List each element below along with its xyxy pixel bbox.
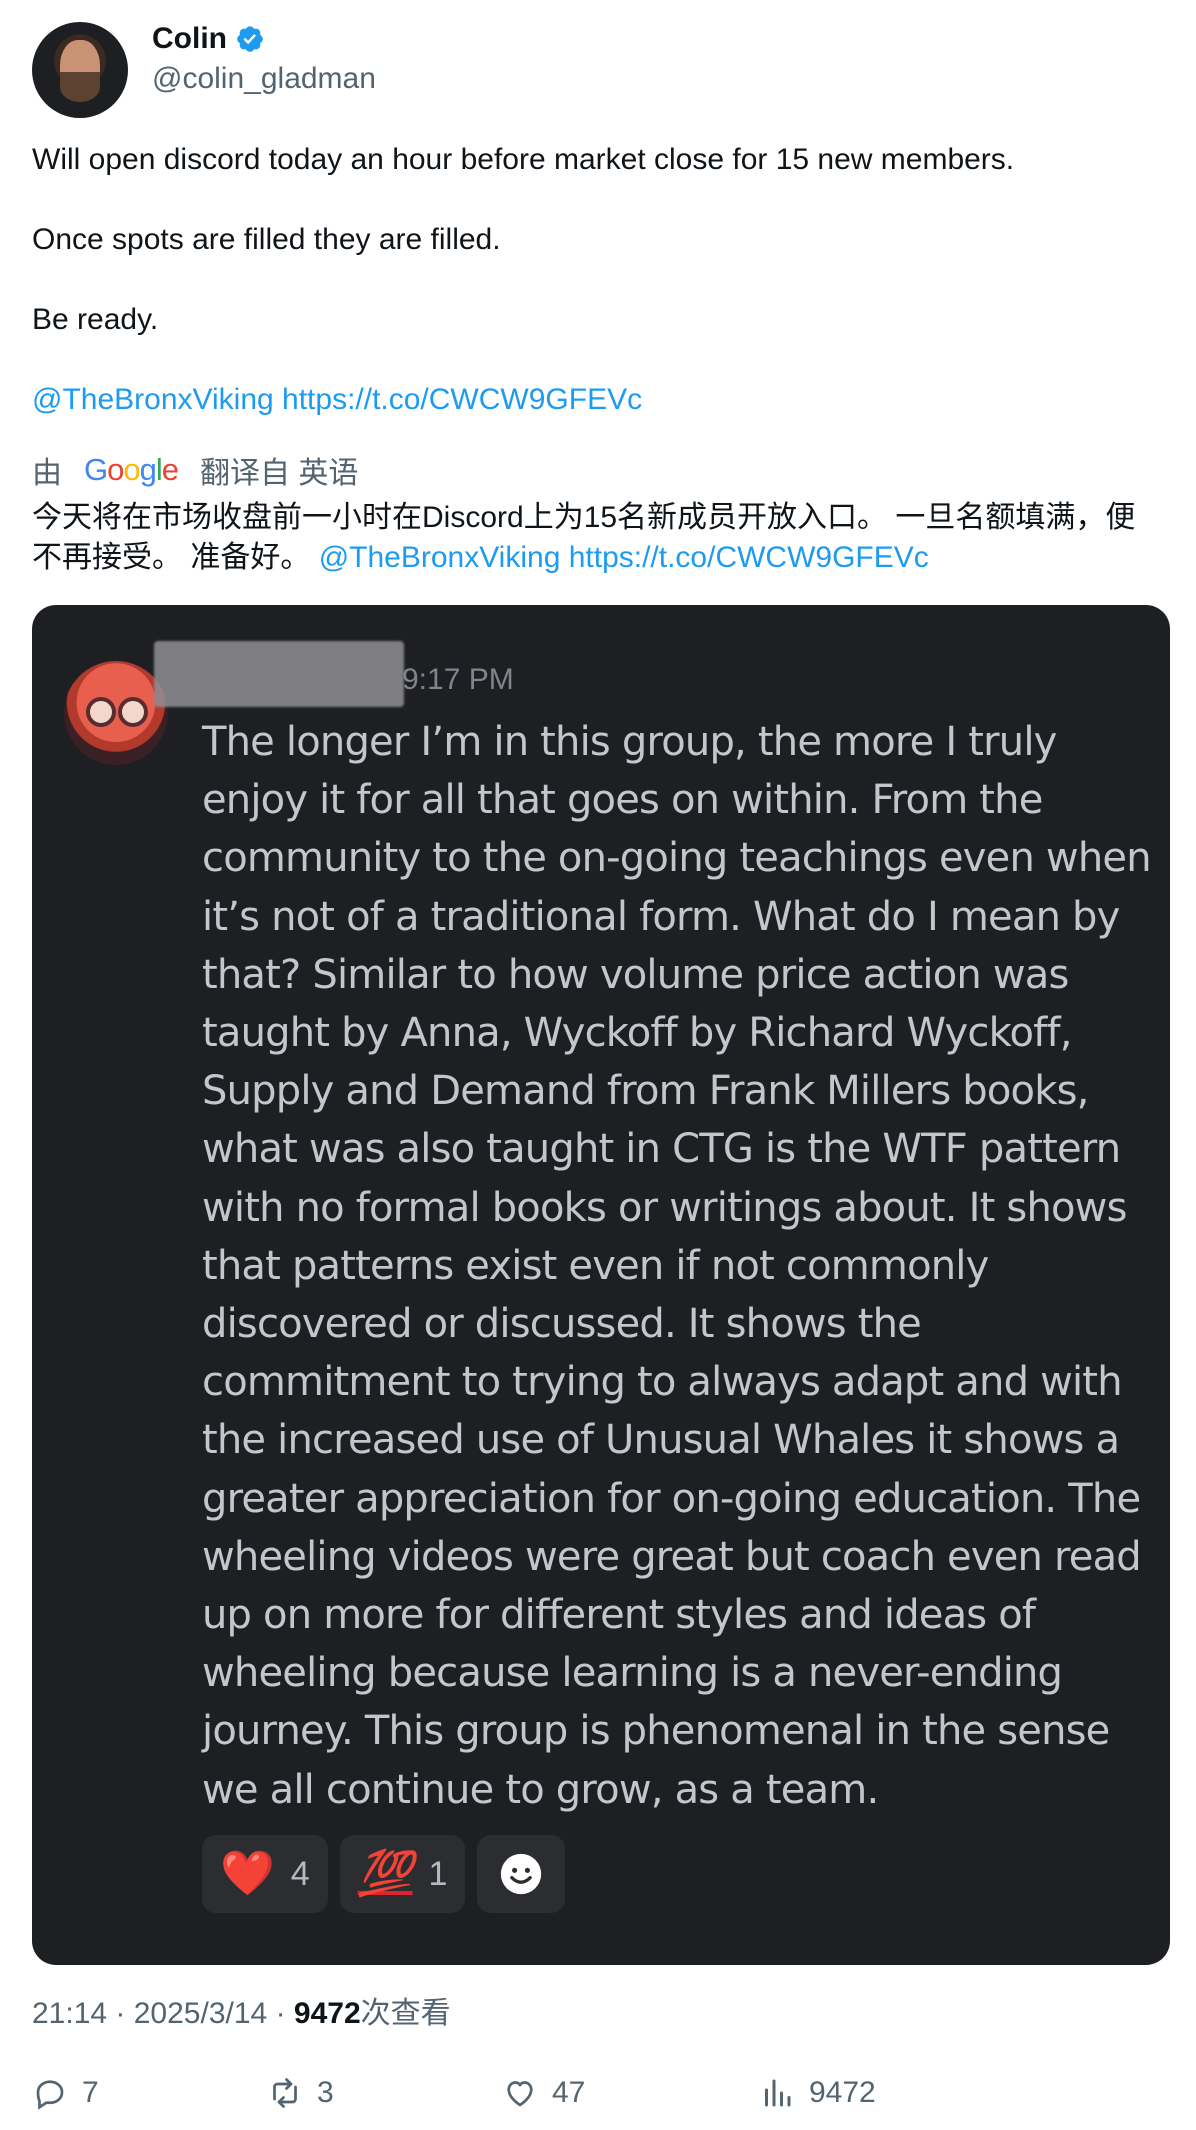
meta-separator: · [275, 1997, 294, 2030]
like-count: 47 [552, 2076, 586, 2109]
verified-badge-icon [237, 26, 263, 52]
heart-emoji-icon: ❤️ [220, 1849, 275, 1898]
translated-mention-link[interactable]: @TheBronxViking [319, 541, 561, 574]
author-avatar[interactable] [32, 22, 128, 118]
reaction-hundred: 💯 1 [339, 1835, 466, 1913]
translation-attribution: 由 Google 翻译自 英语 [32, 448, 358, 492]
discord-message-text: The longer I’m in this group, the more I… [202, 719, 1152, 1813]
smile-icon [501, 1853, 542, 1895]
author-name-row: Colin [152, 22, 265, 56]
analytics-icon [765, 2079, 791, 2107]
reply-icon [36, 2080, 64, 2110]
translation-prefix: 由 [32, 457, 62, 490]
translated-text: 今天将在市场收盘前一小时在Discord上为15名新成员开放入口。 一旦名额填满… [32, 498, 1162, 578]
tweet-line-1: Will open discord today an hour before m… [32, 143, 1015, 176]
reaction-heart-count: 4 [290, 1854, 310, 1893]
reply-button[interactable]: 7 [32, 2075, 99, 2111]
views-label: 次查看 [360, 1997, 451, 2030]
discord-message-time: 9:17 PM [402, 663, 514, 696]
views-button[interactable]: 9472 [759, 2075, 876, 2111]
views-count: 9472 [809, 2076, 876, 2109]
discord-user-avatar [64, 661, 168, 765]
repost-button[interactable]: 3 [267, 2075, 334, 2111]
avatar-beard [60, 72, 100, 102]
tweet-line-3: Be ready. [32, 303, 159, 336]
google-logo: Google [84, 452, 179, 487]
view-count: 9472 [293, 1997, 361, 2030]
tweet-meta: 21:14 · 2025/3/14 · 9472次查看 [32, 1988, 451, 2032]
tweet-line-2: Once spots are filled they are filled. [32, 223, 501, 256]
avatar-eye-right [118, 697, 148, 727]
translated-url-link[interactable]: https://t.co/CWCW9GFEVc [569, 541, 929, 574]
reaction-heart: ❤️ 4 [202, 1835, 328, 1913]
repost-count: 3 [317, 2076, 334, 2109]
discord-reactions: ❤️ 4 💯 1 [202, 1835, 566, 1913]
url-link[interactable]: https://t.co/CWCW9GFEVc [282, 383, 642, 416]
meta-separator: · [115, 1997, 134, 2030]
author-name[interactable]: Colin [152, 22, 227, 56]
reply-count: 7 [82, 2076, 99, 2109]
discord-screenshot-image[interactable]: 9:17 PM The longer I’m in this group, th… [32, 605, 1170, 1965]
avatar-eye-left [86, 697, 116, 727]
tweet-links: @TheBronxViking https://t.co/CWCW9GFEVc [32, 380, 1152, 420]
reaction-hundred-count: 1 [428, 1854, 448, 1893]
heart-icon [507, 2081, 533, 2107]
tweet-text: Will open discord today an hour before m… [32, 140, 1152, 460]
hundred-emoji-icon: 💯 [357, 1849, 413, 1898]
translation-suffix: 翻译自 英语 [200, 457, 359, 490]
repost-icon [273, 2078, 297, 2108]
add-reaction-button [477, 1835, 566, 1913]
like-button[interactable]: 47 [502, 2075, 585, 2111]
author-handle[interactable]: @colin_gladman [152, 62, 376, 96]
tweet-time[interactable]: 21:14 [32, 1997, 107, 2030]
discord-username-redacted [154, 641, 404, 707]
mention-link[interactable]: @TheBronxViking [32, 383, 274, 416]
tweet-date[interactable]: 2025/3/14 [134, 1997, 267, 2030]
tweet-action-bar: 7 3 47 9472 [32, 2075, 1172, 2119]
